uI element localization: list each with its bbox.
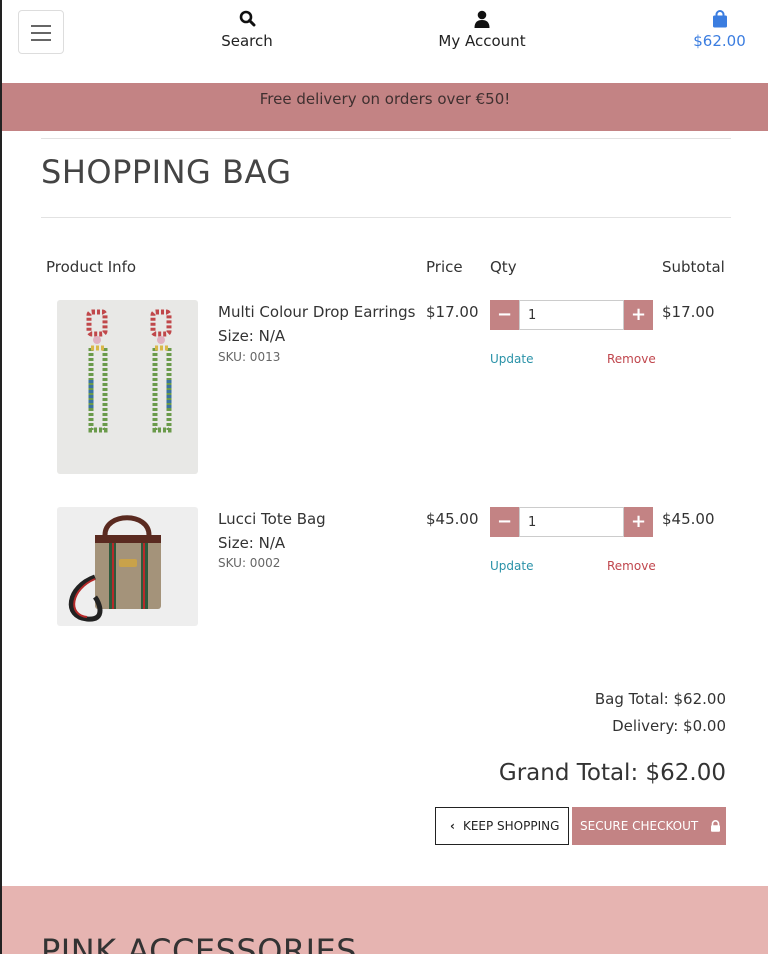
header-qty: Qty bbox=[490, 258, 517, 276]
minus-icon: − bbox=[496, 511, 513, 532]
hamburger-icon bbox=[31, 25, 51, 27]
hamburger-icon-line bbox=[31, 39, 51, 41]
window-edge bbox=[0, 0, 2, 954]
nav-account-link[interactable]: My Account bbox=[427, 10, 537, 50]
increment-button[interactable]: + bbox=[624, 300, 653, 330]
quantity-stepper: − + bbox=[490, 300, 653, 330]
item-size: Size: N/A bbox=[218, 327, 286, 345]
nav-bag-total: $62.00 bbox=[693, 32, 746, 50]
item-subtotal: $17.00 bbox=[662, 303, 715, 321]
item-price: $45.00 bbox=[426, 510, 479, 528]
quantity-input[interactable] bbox=[519, 507, 624, 537]
footer: PINK ACCESSORIES bbox=[2, 886, 768, 954]
chevron-left-icon: ‹ bbox=[450, 819, 455, 833]
product-image-tote-bag[interactable] bbox=[57, 507, 198, 626]
secure-checkout-button[interactable]: SECURE CHECKOUT bbox=[572, 807, 726, 845]
search-icon bbox=[207, 10, 287, 28]
bag-total: Bag Total: $62.00 bbox=[594, 690, 726, 708]
remove-link[interactable]: Remove bbox=[607, 559, 656, 573]
delivery-banner-text: Free delivery on orders over €50! bbox=[259, 90, 511, 108]
decrement-button[interactable]: − bbox=[490, 300, 519, 330]
decrement-button[interactable]: − bbox=[490, 507, 519, 537]
hamburger-icon-line bbox=[31, 32, 51, 34]
quantity-input[interactable] bbox=[519, 300, 624, 330]
update-link[interactable]: Update bbox=[490, 559, 533, 573]
item-subtotal: $45.00 bbox=[662, 510, 715, 528]
remove-link[interactable]: Remove bbox=[607, 352, 656, 366]
divider bbox=[41, 138, 731, 139]
footer-title: PINK ACCESSORIES bbox=[41, 932, 358, 954]
header-subtotal: Subtotal bbox=[662, 258, 725, 276]
update-link[interactable]: Update bbox=[490, 352, 533, 366]
grand-total: Grand Total: $62.00 bbox=[498, 760, 726, 786]
user-icon bbox=[427, 10, 537, 28]
item-sku: SKU: 0013 bbox=[218, 350, 281, 364]
nav-bag-link[interactable]: $62.00 bbox=[682, 10, 757, 50]
header-product-info: Product Info bbox=[46, 258, 137, 276]
menu-toggle-button[interactable] bbox=[18, 10, 64, 54]
delivery-banner: Free delivery on orders over €50! bbox=[2, 83, 768, 131]
increment-button[interactable]: + bbox=[624, 507, 653, 537]
divider bbox=[41, 217, 731, 218]
keep-shopping-button[interactable]: ‹ KEEP SHOPPING bbox=[435, 807, 569, 845]
quantity-stepper: − + bbox=[490, 507, 653, 537]
product-image-earrings[interactable] bbox=[57, 300, 198, 474]
minus-icon: − bbox=[496, 304, 513, 325]
item-sku: SKU: 0002 bbox=[218, 556, 281, 570]
header-price: Price bbox=[426, 258, 463, 276]
page-title: SHOPPING BAG bbox=[41, 153, 292, 191]
secure-checkout-label: SECURE CHECKOUT bbox=[580, 819, 699, 833]
nav-account-label: My Account bbox=[438, 32, 526, 50]
item-name[interactable]: Lucci Tote Bag bbox=[218, 510, 326, 528]
delivery-total: Delivery: $0.00 bbox=[612, 717, 726, 735]
top-header: Search My Account $62.00 bbox=[2, 0, 768, 83]
item-price: $17.00 bbox=[426, 303, 479, 321]
shopping-bag-icon bbox=[682, 10, 757, 28]
nav-search-link[interactable]: Search bbox=[207, 10, 287, 50]
nav-search-label: Search bbox=[221, 32, 273, 50]
item-name[interactable]: Multi Colour Drop Earrings bbox=[218, 303, 415, 321]
item-size: Size: N/A bbox=[218, 534, 286, 552]
lock-icon bbox=[702, 819, 721, 833]
plus-icon: + bbox=[630, 511, 647, 532]
keep-shopping-label: KEEP SHOPPING bbox=[462, 819, 560, 833]
plus-icon: + bbox=[630, 304, 647, 325]
